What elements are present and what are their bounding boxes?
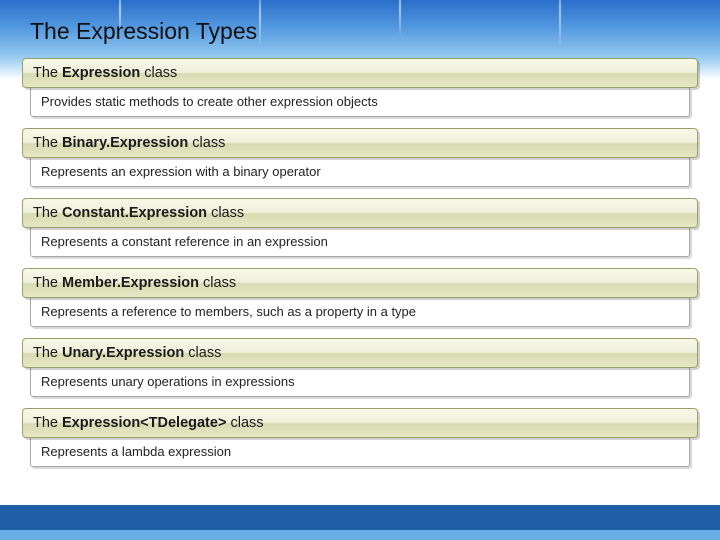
header-bold: Constant.Expression <box>62 205 207 221</box>
expression-type-group: The Expression<TDelegate> class Represen… <box>22 408 698 467</box>
header-bold: Expression<TDelegate> <box>62 415 226 431</box>
header-pre: The <box>33 275 62 291</box>
header-pre: The <box>33 345 62 361</box>
group-description: Represents a reference to members, such … <box>30 298 690 327</box>
group-description: Represents an expression with a binary o… <box>30 158 690 187</box>
content-area: The Expression class Provides static met… <box>22 58 698 478</box>
group-header: The Member.Expression class <box>22 268 698 298</box>
group-description: Represents a lambda expression <box>30 438 690 467</box>
header-bold: Binary.Expression <box>62 135 188 151</box>
header-pre: The <box>33 415 62 431</box>
header-post: class <box>188 135 225 151</box>
slide-title: The Expression Types <box>30 18 257 45</box>
group-header: The Expression class <box>22 58 698 88</box>
group-description: Provides static methods to create other … <box>30 88 690 117</box>
header-bold: Member.Expression <box>62 275 199 291</box>
group-header: The Binary.Expression class <box>22 128 698 158</box>
group-description: Represents unary operations in expressio… <box>30 368 690 397</box>
expression-type-group: The Constant.Expression class Represents… <box>22 198 698 257</box>
header-post: class <box>199 275 236 291</box>
header-post: class <box>226 415 263 431</box>
header-post: class <box>184 345 221 361</box>
expression-type-group: The Binary.Expression class Represents a… <box>22 128 698 187</box>
group-header: The Constant.Expression class <box>22 198 698 228</box>
expression-type-group: The Unary.Expression class Represents un… <box>22 338 698 397</box>
header-post: class <box>207 205 244 221</box>
header-bold: Expression <box>62 65 140 81</box>
group-header: The Unary.Expression class <box>22 338 698 368</box>
expression-type-group: The Member.Expression class Represents a… <box>22 268 698 327</box>
header-bold: Unary.Expression <box>62 345 184 361</box>
group-header: The Expression<TDelegate> class <box>22 408 698 438</box>
group-description: Represents a constant reference in an ex… <box>30 228 690 257</box>
header-pre: The <box>33 205 62 221</box>
header-post: class <box>140 65 177 81</box>
header-pre: The <box>33 65 62 81</box>
header-pre: The <box>33 135 62 151</box>
expression-type-group: The Expression class Provides static met… <box>22 58 698 117</box>
